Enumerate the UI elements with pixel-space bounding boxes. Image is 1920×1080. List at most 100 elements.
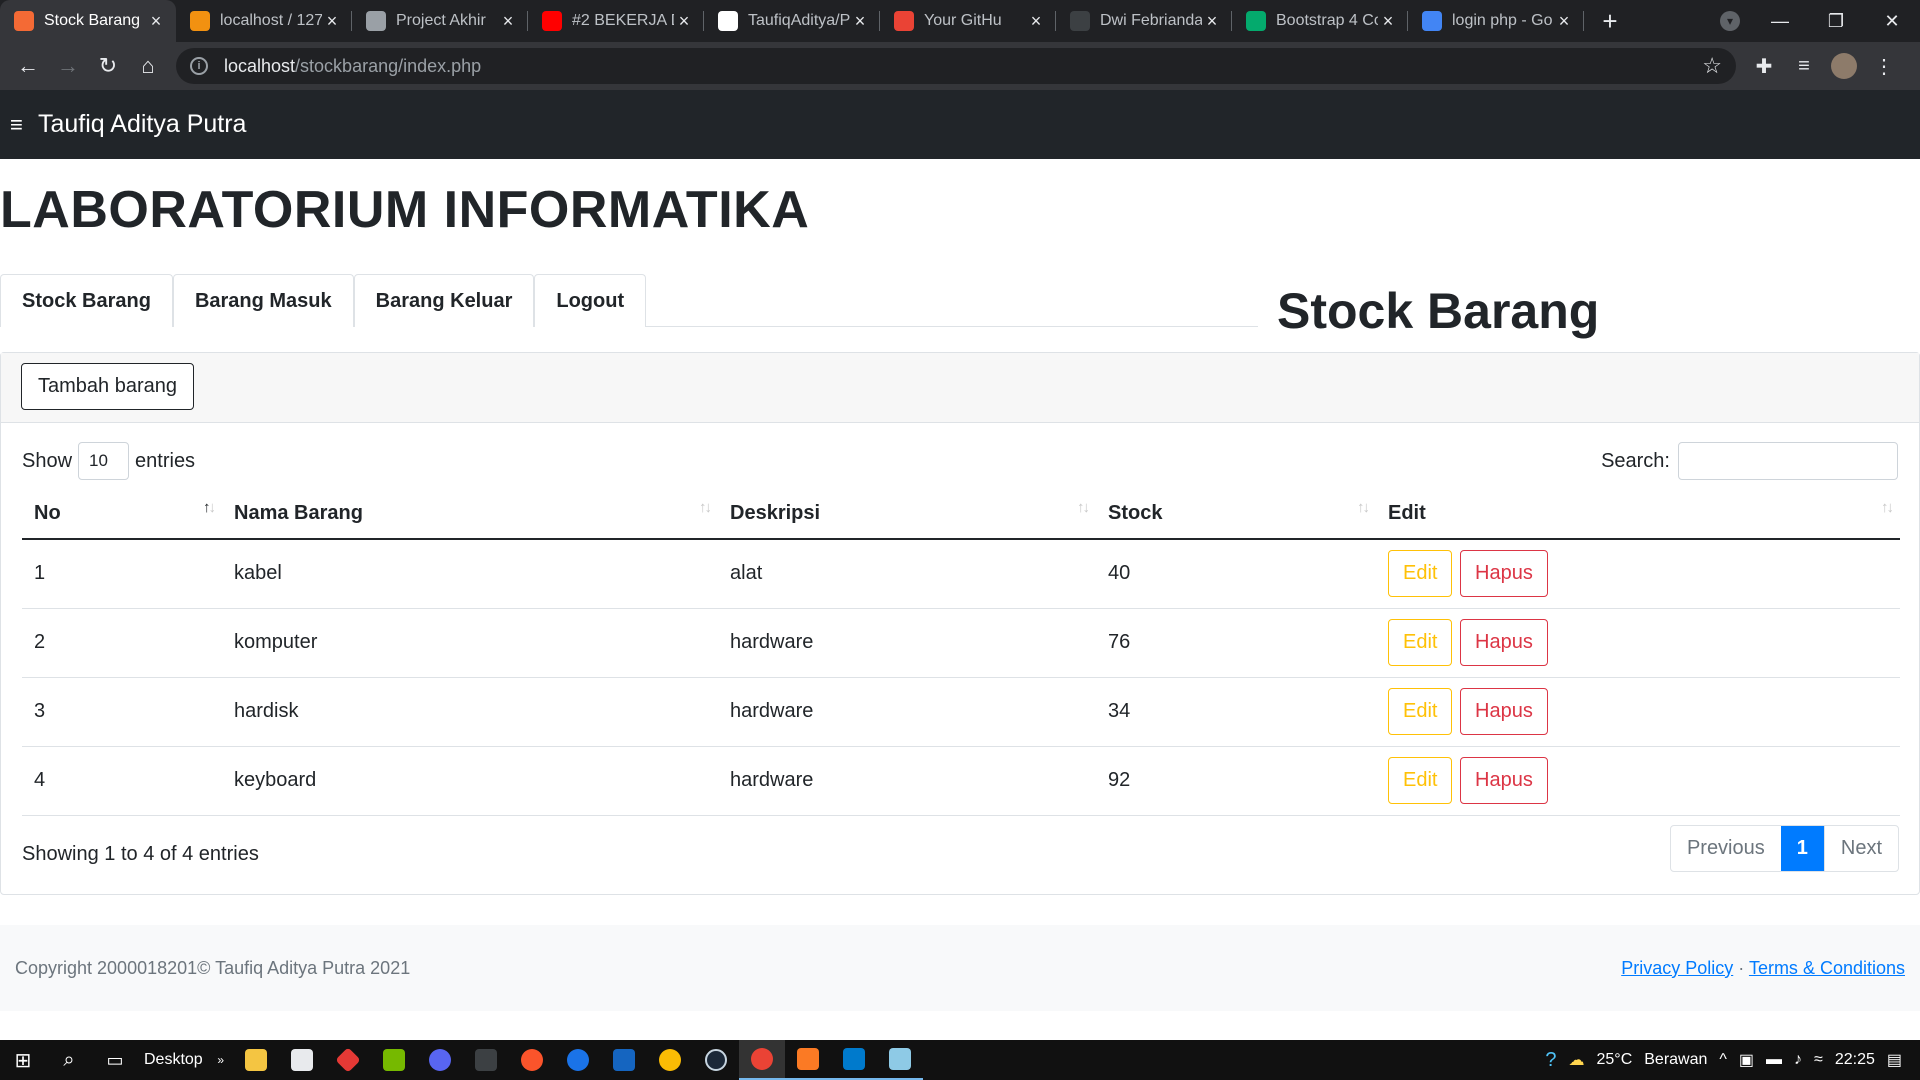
vscode-icon[interactable] xyxy=(830,1040,877,1080)
tab-close-icon[interactable]: × xyxy=(1202,11,1222,32)
nvidia-icon[interactable] xyxy=(371,1040,417,1080)
meet-icon[interactable]: ▣ xyxy=(1733,1050,1760,1070)
browser-tab[interactable]: Stock Barang × xyxy=(0,0,176,42)
tab-close-icon[interactable]: × xyxy=(1026,11,1046,32)
menu-kebab-icon[interactable]: ⋮ xyxy=(1864,46,1904,86)
profile-avatar[interactable] xyxy=(1824,46,1864,86)
weather-icon[interactable]: ☁ xyxy=(1563,1050,1591,1070)
column-header-deskripsi[interactable]: Deskripsi ↑↓ xyxy=(718,489,1096,540)
delete-button[interactable]: Hapus xyxy=(1460,550,1548,598)
help-icon[interactable]: ? xyxy=(1539,1049,1562,1072)
delete-button[interactable]: Hapus xyxy=(1460,757,1548,804)
address-path: /stockbarang/index.php xyxy=(295,55,482,76)
calculator-icon[interactable] xyxy=(463,1040,509,1080)
browser-tab[interactable]: Bootstrap 4 Co × xyxy=(1232,0,1408,42)
task-view-icon[interactable]: ▭ xyxy=(92,1040,138,1080)
column-header-no[interactable]: No ↑↓ xyxy=(22,489,222,540)
pagination: Previous 1 Next xyxy=(1669,825,1899,872)
file-explorer-icon[interactable] xyxy=(233,1040,279,1080)
clock[interactable]: 22:25 xyxy=(1829,1051,1881,1069)
bookmark-star-icon[interactable]: ☆ xyxy=(1702,53,1722,79)
search-input[interactable] xyxy=(1678,442,1898,480)
steam-icon[interactable] xyxy=(693,1040,739,1080)
browser-tab[interactable]: Project Akhir × xyxy=(352,0,528,42)
app-red-icon[interactable] xyxy=(325,1040,371,1080)
navbar-brand[interactable]: Taufiq Aditya Putra xyxy=(38,110,246,139)
tab-close-icon[interactable]: × xyxy=(322,11,342,32)
address-bar[interactable]: i localhost/stockbarang/index.php ☆ xyxy=(176,48,1736,84)
column-header-stock[interactable]: Stock ↑↓ xyxy=(1096,489,1376,540)
column-header-nama[interactable]: Nama Barang ↑↓ xyxy=(222,489,718,540)
browser-tab[interactable]: localhost / 127 × xyxy=(176,0,352,42)
page-1-button[interactable]: 1 xyxy=(1780,826,1824,871)
start-icon[interactable]: ⊞ xyxy=(0,1040,46,1080)
previous-page-button[interactable]: Previous xyxy=(1671,826,1781,871)
tray-chevron-icon[interactable]: ^ xyxy=(1713,1051,1733,1069)
tab-close-icon[interactable]: × xyxy=(498,11,518,32)
browser-tab[interactable]: Dwi Febrianda × xyxy=(1056,0,1232,42)
restore-icon[interactable]: ❐ xyxy=(1808,0,1864,42)
discord-icon[interactable] xyxy=(417,1040,463,1080)
media-control-icon[interactable]: ≡ xyxy=(1784,46,1824,86)
minimize-icon[interactable]: — xyxy=(1752,0,1808,42)
edit-button[interactable]: Edit xyxy=(1388,688,1453,735)
page-tabs: Stock Barang Barang Masuk Barang Keluar … xyxy=(0,274,1258,327)
column-header-edit[interactable]: Edit ↑↓ xyxy=(1376,489,1900,540)
hamburger-menu-icon[interactable]: ≡ xyxy=(10,112,26,138)
tab-close-icon[interactable]: × xyxy=(146,11,166,32)
edit-button[interactable]: Edit xyxy=(1388,757,1453,804)
chrome-active-icon[interactable] xyxy=(738,1040,785,1080)
extensions-icon[interactable]: ✚ xyxy=(1744,46,1784,86)
delete-button[interactable]: Hapus xyxy=(1460,619,1548,666)
tab-stock-barang[interactable]: Stock Barang xyxy=(0,274,173,327)
app-blue-icon[interactable] xyxy=(601,1040,647,1080)
search-icon[interactable]: ⌕ xyxy=(46,1040,92,1080)
weather-temp[interactable]: 25°C xyxy=(1591,1051,1639,1069)
stock-card: Tambah barang Show 10 entries Search: No… xyxy=(0,352,1920,895)
cell-no: 2 xyxy=(22,608,222,678)
site-info-icon[interactable]: i xyxy=(190,57,208,75)
tab-barang-masuk[interactable]: Barang Masuk xyxy=(172,274,354,327)
store-icon[interactable] xyxy=(279,1040,325,1080)
privacy-policy-link[interactable]: Privacy Policy xyxy=(1621,958,1733,978)
forward-icon[interactable]: → xyxy=(48,46,88,86)
delete-button[interactable]: Hapus xyxy=(1460,688,1548,735)
xampp-icon[interactable] xyxy=(784,1040,831,1080)
edit-button[interactable]: Edit xyxy=(1388,550,1453,598)
back-icon[interactable]: ← xyxy=(8,46,48,86)
notifications-icon[interactable]: ▤ xyxy=(1881,1050,1908,1070)
add-item-button[interactable]: Tambah barang xyxy=(21,363,194,410)
tab-barang-keluar[interactable]: Barang Keluar xyxy=(353,274,535,327)
terms-link[interactable]: Terms & Conditions xyxy=(1749,958,1905,978)
cell-deskripsi: hardware xyxy=(718,746,1096,816)
browser-tab[interactable]: Your GitHu × xyxy=(880,0,1056,42)
weather-desc[interactable]: Berawan xyxy=(1638,1051,1713,1069)
notepad-icon[interactable] xyxy=(876,1040,923,1080)
volume-icon[interactable]: ♪ xyxy=(1788,1051,1808,1069)
new-tab-button[interactable]: + xyxy=(1590,0,1630,42)
tab-search-icon[interactable]: ▾ xyxy=(1720,11,1740,31)
edit-button[interactable]: Edit xyxy=(1388,619,1453,666)
wifi-icon[interactable]: ≈ xyxy=(1808,1051,1829,1069)
home-icon[interactable]: ⌂ xyxy=(128,46,168,86)
browser-tab[interactable]: login php - Go × xyxy=(1408,0,1584,42)
close-window-icon[interactable]: ✕ xyxy=(1864,0,1920,42)
tab-logout[interactable]: Logout xyxy=(534,274,647,327)
tab-close-icon[interactable]: × xyxy=(850,11,870,32)
next-page-button[interactable]: Next xyxy=(1823,826,1898,871)
tab-close-icon[interactable]: × xyxy=(1378,11,1398,32)
chrome-icon[interactable] xyxy=(647,1040,693,1080)
desktop-chevron-icon[interactable]: » xyxy=(209,1040,233,1080)
reload-icon[interactable]: ↻ xyxy=(88,46,128,86)
tab-favicon-icon xyxy=(1246,11,1266,31)
column-label: Nama Barang xyxy=(234,502,363,524)
entries-select[interactable]: 10 xyxy=(78,442,130,480)
brave-icon[interactable] xyxy=(509,1040,555,1080)
app-blue-ring-icon[interactable] xyxy=(555,1040,601,1080)
browser-tab[interactable]: #2 BEKERJA D × xyxy=(528,0,704,42)
battery-icon[interactable]: ▬ xyxy=(1760,1051,1788,1069)
browser-tab[interactable]: TaufiqAditya/P × xyxy=(704,0,880,42)
desktop-label[interactable]: Desktop xyxy=(138,1051,209,1069)
tab-close-icon[interactable]: × xyxy=(1554,11,1574,32)
tab-close-icon[interactable]: × xyxy=(674,11,694,32)
